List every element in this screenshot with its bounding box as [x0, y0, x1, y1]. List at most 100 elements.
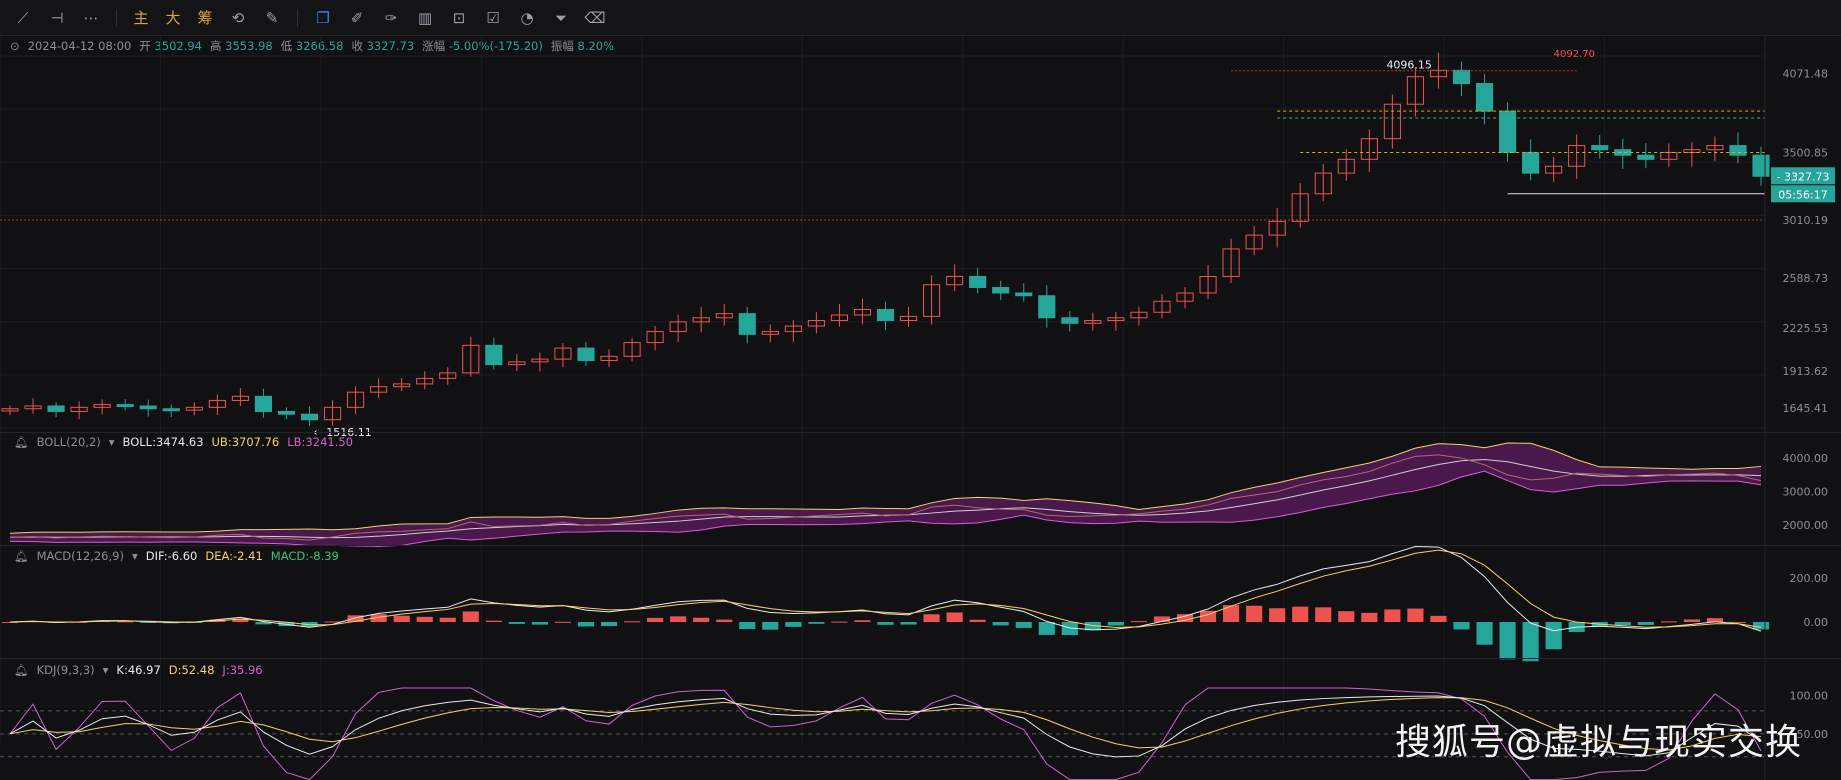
- chips-button[interactable]: 筹: [191, 5, 219, 31]
- macd-bar-down: [1522, 622, 1539, 662]
- macd-bar-down: [1015, 622, 1032, 628]
- candle-down: [1452, 69, 1471, 85]
- price-axis-label: 4071.48: [1783, 68, 1829, 81]
- candle-down: [1038, 295, 1056, 319]
- kdj-name[interactable]: KDJ(9,3,3): [37, 663, 95, 677]
- more-dots-icon[interactable]: ⋯: [76, 5, 106, 31]
- macd-legend: 🔔︎ MACD(12,26,9) ▾ DIF:-6.60 DEA:-2.41 M…: [14, 549, 339, 563]
- candle-down: [485, 344, 503, 366]
- macd-bar-down: [992, 622, 1009, 626]
- macd-bar-down: [531, 622, 548, 625]
- macd-name[interactable]: MACD(12,26,9): [37, 549, 124, 563]
- boll-mid: BOLL:3474.63: [122, 435, 204, 449]
- dropdown-icon[interactable]: ▾: [132, 549, 138, 563]
- macd-bar-up: [1683, 619, 1700, 622]
- last-price-text: - 3327.73: [1777, 170, 1830, 183]
- big-order-button[interactable]: 大: [159, 5, 187, 31]
- macd-bar-up: [416, 616, 433, 622]
- macd-bar-up: [1223, 605, 1240, 622]
- macd-bar-up: [554, 621, 572, 623]
- macd-bar-up: [439, 617, 456, 622]
- macd-bar-down: [762, 622, 779, 630]
- bell-icon[interactable]: 🔔︎: [14, 435, 29, 449]
- note-icon[interactable]: ☑: [478, 5, 508, 31]
- candle-down: [139, 405, 157, 410]
- kdj-legend: 🔔︎ KDJ(9,3,3) ▾ K:46.97 D:52.48 J:35.96: [14, 663, 263, 677]
- boll-axis-label: 4000.00: [1783, 452, 1829, 465]
- toolbar-divider: [116, 8, 117, 27]
- bars-icon[interactable]: ▥: [410, 5, 440, 31]
- dropdown-icon[interactable]: ▾: [103, 663, 109, 677]
- macd-dif: DIF:-6.60: [145, 549, 198, 563]
- palette-icon[interactable]: ◔: [512, 5, 542, 31]
- candle-down: [738, 313, 756, 335]
- macd-bar-down: [1499, 622, 1516, 660]
- macd-bar-down: [600, 622, 618, 627]
- macd-bar-down: [1038, 622, 1055, 635]
- boll-legend: 🔔︎ BOLL(20,2) ▾ BOLL:3474.63 UB:3707.76 …: [14, 435, 353, 449]
- horizontal-line-icon[interactable]: ⊣: [42, 5, 72, 31]
- macd-bar-up: [946, 612, 963, 622]
- filter-icon[interactable]: ⏷: [546, 5, 576, 31]
- kdj-axis-label: 100.00: [1790, 690, 1829, 703]
- candle-down: [1522, 151, 1540, 174]
- magic-icon[interactable]: ✎: [257, 5, 287, 31]
- countdown-text: 05:56:17: [1778, 188, 1827, 201]
- price-axis-label: 2225.53: [1783, 322, 1829, 335]
- macd-bar-down: [508, 622, 525, 624]
- macd-bar-up: [1430, 615, 1447, 622]
- boll-name[interactable]: BOLL(20,2): [37, 435, 101, 449]
- high-annotation: 4096.15: [1386, 58, 1432, 71]
- dropdown-icon[interactable]: ▾: [109, 435, 115, 449]
- macd-bar-down: [1752, 622, 1770, 630]
- macd-bar-up: [462, 611, 479, 622]
- macd-bar-down: [1614, 622, 1631, 626]
- boll-axis-label: 3000.00: [1783, 486, 1829, 499]
- bell-icon[interactable]: 🔔︎: [14, 549, 29, 563]
- macd-bar-up: [670, 616, 687, 622]
- macd-bar-up: [1361, 612, 1378, 622]
- main-chart-button[interactable]: 主: [127, 5, 155, 31]
- macd-bar-down: [1545, 622, 1562, 650]
- replay-icon[interactable]: ⟲: [223, 5, 253, 31]
- ruler-icon[interactable]: ✐: [342, 5, 372, 31]
- macd-bar-down: [577, 622, 595, 627]
- macd-bar-up: [624, 621, 641, 623]
- candle-down: [577, 347, 595, 361]
- macd-bar-up: [1338, 611, 1355, 622]
- pane-divider: [0, 432, 1841, 433]
- macd-bar-down: [877, 622, 894, 625]
- candle-down: [47, 405, 65, 412]
- price-axis-label: 1913.62: [1783, 365, 1829, 378]
- copy-icon[interactable]: ❐: [308, 5, 338, 31]
- boll-ub: UB:3707.76: [211, 435, 280, 449]
- trendline-icon[interactable]: ⟋: [8, 5, 38, 31]
- trash-icon[interactable]: ⌫: [580, 5, 610, 31]
- macd-bar-up: [716, 619, 733, 622]
- price-axis-label: 2588.73: [1783, 272, 1829, 285]
- watermark: 搜狐号@虚拟与现实交换: [1395, 722, 1803, 763]
- candle-down: [1614, 149, 1632, 156]
- draw-icon[interactable]: ✑: [376, 5, 406, 31]
- macd-bar-up: [854, 620, 871, 622]
- macd-bar-up: [1407, 608, 1424, 622]
- candlestick-chart[interactable]: 4096.15← 1516.114092.704071.483500.85301…: [0, 36, 1841, 780]
- toolbar-divider: [297, 8, 298, 27]
- macd-bar-up: [485, 620, 502, 622]
- bell-icon[interactable]: 🔔︎: [14, 663, 29, 677]
- boll-band-fill: [10, 443, 1761, 547]
- macd-bar-down: [1453, 622, 1470, 630]
- kdj-k: K:46.97: [116, 663, 161, 677]
- candle-down: [277, 410, 296, 415]
- candle-down: [1637, 154, 1655, 160]
- price-axis-label: 3500.85: [1783, 146, 1829, 159]
- candle-down: [1729, 145, 1747, 156]
- macd-bar-up: [969, 619, 986, 622]
- macd-bar-up: [1660, 621, 1677, 623]
- macd-bar-down: [1476, 622, 1493, 645]
- macd-bar-up: [393, 615, 410, 622]
- candle-down: [1015, 292, 1033, 297]
- macd-bar-down: [739, 622, 756, 630]
- pane-divider: [0, 545, 1841, 546]
- lock-icon[interactable]: ⊡: [444, 5, 474, 31]
